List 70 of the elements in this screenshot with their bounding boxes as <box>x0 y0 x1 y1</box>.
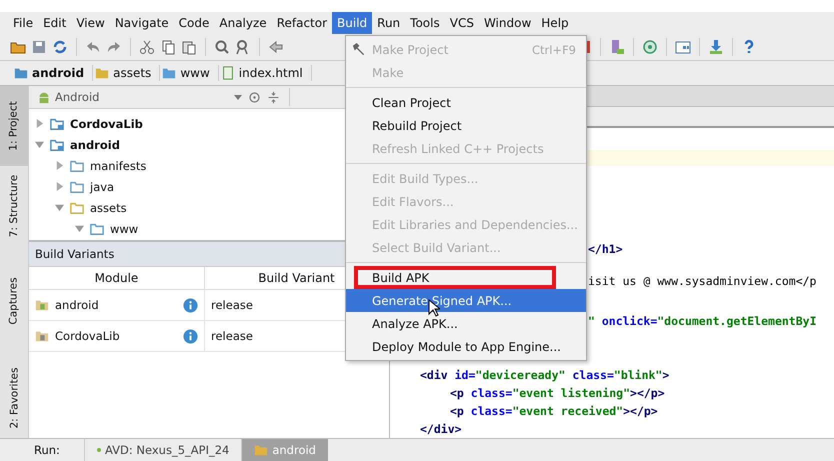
menu-item[interactable]: Refactor <box>272 12 332 34</box>
code-line: </div> <box>420 421 462 438</box>
breadcrumb-item[interactable]: index.html <box>220 65 312 81</box>
target-icon[interactable] <box>248 90 261 104</box>
tool-window-tab[interactable]: 1: Project <box>0 86 28 166</box>
module-icon <box>35 298 49 312</box>
panel-title: Build Variants <box>35 247 114 261</box>
code-line: <div id="deviceready" class="blink"> <box>420 367 670 384</box>
table-cell-text: CordovaLib <box>55 329 121 343</box>
project-structure-icon[interactable] <box>675 39 691 55</box>
cut-icon[interactable] <box>139 39 155 55</box>
menu-item[interactable]: VCS <box>444 12 479 34</box>
code-line: <p class="event received"></p> <box>450 403 658 420</box>
breadcrumb-item[interactable]: android <box>14 65 94 81</box>
collapsed-arrow-icon[interactable] <box>35 119 44 128</box>
collapsed-arrow-icon[interactable] <box>55 161 64 170</box>
code-line: <p class="event listening"></p> <box>450 385 665 402</box>
menu-item[interactable]: Rebuild Project <box>346 114 586 137</box>
folder-icon <box>70 180 84 194</box>
column-header: Module <box>29 267 205 290</box>
folder-icon <box>254 443 268 457</box>
tool-window-tab[interactable]: 7: Structure <box>0 166 28 246</box>
save-icon[interactable] <box>31 39 47 55</box>
menu-item[interactable]: Tools <box>405 12 445 34</box>
folder-icon <box>70 200 84 214</box>
menu-item[interactable]: Window <box>478 12 536 34</box>
folder-icon <box>162 66 176 80</box>
search-icon[interactable] <box>214 39 230 55</box>
code-line: " onclick="document.getElementByI <box>588 313 816 330</box>
paste-icon[interactable] <box>181 39 197 55</box>
menu-item[interactable]: Navigate <box>110 12 174 34</box>
folder-icon <box>90 222 104 236</box>
menu-item[interactable]: Analyze <box>214 12 272 34</box>
android-icon <box>37 90 51 104</box>
tool-window-tab[interactable]: 2: Favorites <box>0 358 28 438</box>
folder-icon <box>70 158 84 172</box>
sdk-download-icon[interactable] <box>708 39 724 55</box>
code-line: </h1> <box>588 241 623 258</box>
run-label: Run: <box>34 442 61 459</box>
expanded-arrow-icon[interactable] <box>75 224 84 233</box>
menu-item[interactable]: File <box>8 12 38 34</box>
menu-item[interactable]: Run <box>372 12 406 34</box>
menu-item[interactable]: Code <box>174 12 214 34</box>
info-icon[interactable] <box>183 298 198 312</box>
menu-item[interactable]: Edit <box>38 12 72 34</box>
tool-window-tab[interactable]: Captures <box>0 246 28 356</box>
menu-item[interactable]: Clean Project <box>346 91 586 114</box>
breadcrumb-item[interactable]: www <box>162 65 219 81</box>
folder-icon <box>50 116 64 130</box>
menu-item[interactable]: Build <box>332 12 372 34</box>
menu-item[interactable]: Help <box>536 12 574 34</box>
menu-item[interactable]: View <box>71 12 110 34</box>
folder-icon <box>14 66 28 80</box>
expanded-arrow-icon[interactable] <box>55 203 64 212</box>
module-icon <box>35 329 49 343</box>
back-arrow-icon[interactable] <box>268 39 284 55</box>
folder-icon <box>95 66 110 80</box>
info-icon[interactable] <box>183 328 198 344</box>
html-file-icon <box>220 66 235 80</box>
copy-icon[interactable] <box>160 39 176 55</box>
caret-icon <box>234 94 242 100</box>
status-dot-icon <box>97 448 101 452</box>
table-cell-text: android <box>55 298 100 312</box>
breadcrumb-item[interactable]: assets <box>95 65 160 81</box>
folder-icon <box>50 138 64 152</box>
collapse-icon[interactable] <box>267 90 280 104</box>
code-line: isit us @ www.sysadminview.com</p <box>588 273 816 290</box>
sync-icon[interactable] <box>52 39 68 55</box>
expanded-arrow-icon[interactable] <box>35 140 44 149</box>
collapsed-arrow-icon[interactable] <box>55 182 64 191</box>
